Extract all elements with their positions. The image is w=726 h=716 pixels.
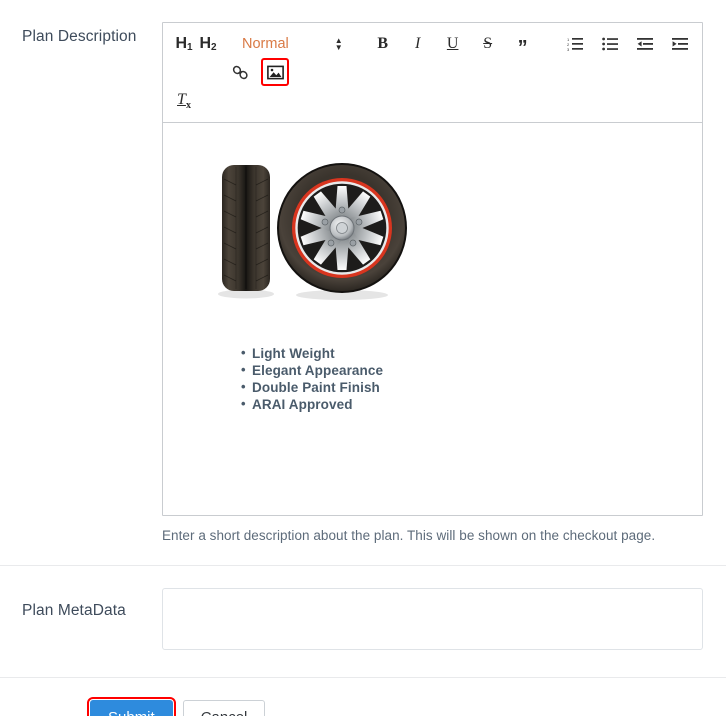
- list-item: Light Weight: [241, 344, 686, 362]
- underline-icon[interactable]: U: [441, 32, 465, 56]
- editor-content-area[interactable]: Light Weight Elegant Appearance Double P…: [163, 123, 702, 515]
- tire-product-image: [214, 153, 410, 303]
- strikethrough-icon[interactable]: S: [476, 32, 500, 56]
- font-size-picker-value: Normal: [242, 36, 289, 52]
- cancel-button[interactable]: Cancel: [182, 700, 266, 716]
- bold-icon[interactable]: B: [371, 32, 395, 56]
- clear-format-letter: T: [177, 91, 186, 109]
- form-actions-row: Submit Cancel: [0, 677, 726, 716]
- h1-subscript: 1: [187, 42, 193, 53]
- outdent-icon[interactable]: [633, 32, 657, 56]
- bold-glyph: B: [377, 35, 388, 52]
- image-icon[interactable]: [261, 58, 289, 86]
- plan-metadata-row: Plan MetaData: [0, 565, 726, 677]
- plan-description-label: Plan Description: [22, 28, 137, 45]
- blockquote-icon[interactable]: ”: [511, 32, 535, 59]
- plan-description-control: H1 H2 Normal ▲ ▼ B I U S ” 1 2 3 Tx • Li…: [162, 22, 704, 545]
- plan-description-row: Plan Description H1 H2 Normal ▲ ▼ B I U …: [0, 0, 726, 565]
- font-size-picker[interactable]: Normal ▲ ▼: [240, 36, 343, 52]
- editor-toolbar: H1 H2 Normal ▲ ▼ B I U S ” 1 2 3 Tx: [163, 23, 702, 123]
- strikethrough-glyph: S: [483, 35, 493, 52]
- italic-glyph: I: [414, 35, 421, 52]
- clear-format-subscript: x: [185, 100, 191, 112]
- clear-formatting-icon[interactable]: Tx: [172, 90, 196, 114]
- chevron-updown-icon: ▲ ▼: [334, 36, 343, 52]
- heading-2-icon[interactable]: H2: [196, 32, 220, 56]
- plan-form-page: Plan Description H1 H2 Normal ▲ ▼ B I U …: [0, 0, 726, 716]
- ordered-list-icon[interactable]: 1 2 3: [563, 32, 587, 56]
- h2-letter: H: [199, 35, 211, 52]
- submit-button[interactable]: Submit: [90, 700, 173, 716]
- form-buttons: Submit Cancel: [22, 697, 704, 716]
- feature-list: Light Weight Elegant Appearance Double P…: [179, 344, 686, 413]
- blockquote-glyph: ”: [517, 37, 528, 59]
- link-icon[interactable]: [228, 60, 252, 84]
- italic-icon[interactable]: I: [406, 32, 430, 56]
- list-item: Elegant Appearance: [241, 361, 686, 379]
- unordered-list-icon[interactable]: [598, 32, 622, 56]
- h1-letter: H: [175, 35, 187, 52]
- plan-description-help-text: Enter a short description about the plan…: [162, 528, 656, 543]
- h2-subscript: 2: [211, 42, 217, 53]
- underline-glyph: U: [446, 35, 459, 52]
- plan-metadata-control: [162, 588, 704, 655]
- list-item: Double Paint Finish: [241, 378, 686, 396]
- rich-text-editor[interactable]: H1 H2 Normal ▲ ▼ B I U S ” 1 2 3 Tx • Li…: [162, 22, 703, 516]
- svg-text:3: 3: [567, 47, 570, 51]
- list-item: ARAI Approved: [241, 395, 686, 413]
- heading-1-icon[interactable]: H1: [172, 32, 196, 56]
- plan-metadata-input[interactable]: [162, 588, 703, 650]
- submit-button-highlight: Submit: [87, 697, 176, 716]
- plan-metadata-label: Plan MetaData: [22, 602, 126, 619]
- indent-icon[interactable]: [668, 32, 692, 56]
